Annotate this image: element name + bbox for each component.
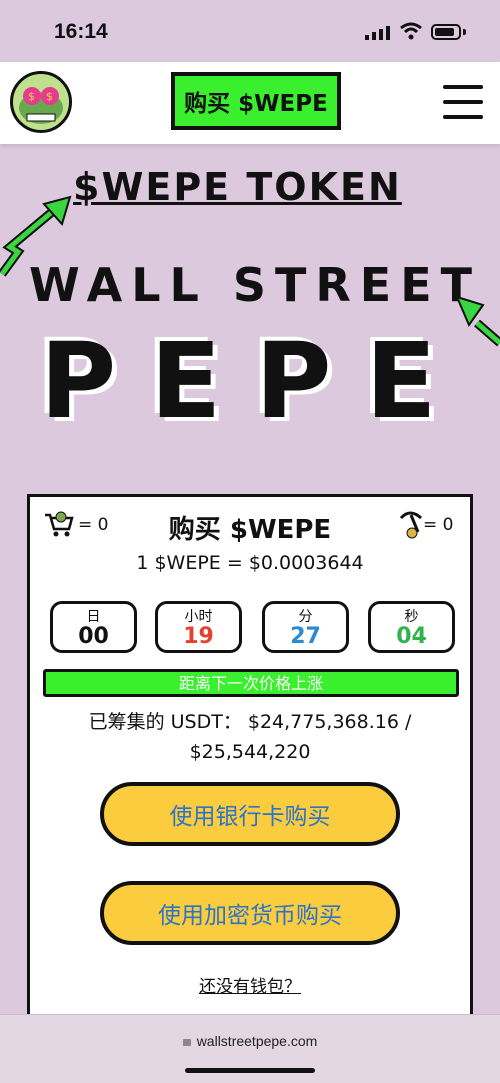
token-price: 1 $WEPE = $0.0003644: [136, 552, 364, 574]
timer-hours: 小时 19: [155, 601, 242, 653]
timer-minutes-label: 分: [298, 609, 313, 625]
pickaxe-icon: [399, 511, 423, 539]
timer-hours-label: 小时: [184, 609, 213, 625]
token-title: $WEPE TOKEN: [73, 165, 402, 209]
timer-days-label: 日: [86, 609, 101, 625]
pepe-logo-icon: $ $: [13, 74, 69, 130]
presale-card: = 0 购买 $WEPE = 0 1 $WEPE = $0.0003644 日 …: [27, 494, 473, 1054]
timer-seconds: 秒 04: [368, 601, 455, 653]
top-nav: $ $ 购买 $WEPE: [0, 62, 500, 144]
cellular-signal-icon: [365, 26, 390, 40]
timer-days-value: 00: [78, 624, 109, 649]
buy-with-card-button[interactable]: 使用银行卡购买: [100, 782, 400, 846]
no-wallet-link[interactable]: 还没有钱包？: [30, 972, 470, 997]
svg-text:$: $: [28, 90, 35, 103]
timer-seconds-value: 04: [396, 624, 427, 649]
url-display[interactable]: wallstreetpepe.com: [0, 1033, 500, 1049]
hamburger-menu-icon[interactable]: [443, 85, 483, 119]
pepe-heading: PEPE: [40, 320, 471, 442]
timer-minutes-value: 27: [290, 624, 321, 649]
raised-line-2: $25,544,220: [189, 741, 311, 763]
nav-buy-button[interactable]: 购买 $WEPE: [171, 72, 341, 130]
home-indicator: [185, 1068, 315, 1073]
raised-amount: 已筹集的 USDT： $24,775,368.16 / $25,544,220: [30, 707, 470, 767]
svg-text:$: $: [46, 90, 53, 103]
timer-hours-value: 19: [183, 624, 214, 649]
buy-with-crypto-button[interactable]: 使用加密货币购买: [100, 881, 400, 945]
browser-url-bar[interactable]: wallstreetpepe.com: [0, 1014, 500, 1083]
wall-street-heading: WALL STREET: [28, 258, 482, 312]
timer-seconds-label: 秒: [404, 609, 419, 625]
raised-line-1: 已筹集的 USDT： $24,775,368.16 /: [88, 711, 412, 733]
logo[interactable]: $ $: [10, 71, 72, 133]
battery-icon: [431, 24, 461, 40]
status-bar: 16:14: [0, 0, 500, 62]
timer-days: 日 00: [50, 601, 137, 653]
pickaxe-count: = 0: [423, 515, 454, 535]
status-time: 16:14: [54, 20, 108, 43]
timer-minutes: 分 27: [262, 601, 349, 653]
lock-icon: [182, 1039, 191, 1046]
battery-tip: [463, 29, 466, 35]
price-progress-bar: 距离下一次价格上涨: [43, 669, 459, 697]
url-text: wallstreetpepe.com: [196, 1033, 318, 1049]
wifi-icon: [400, 22, 422, 40]
